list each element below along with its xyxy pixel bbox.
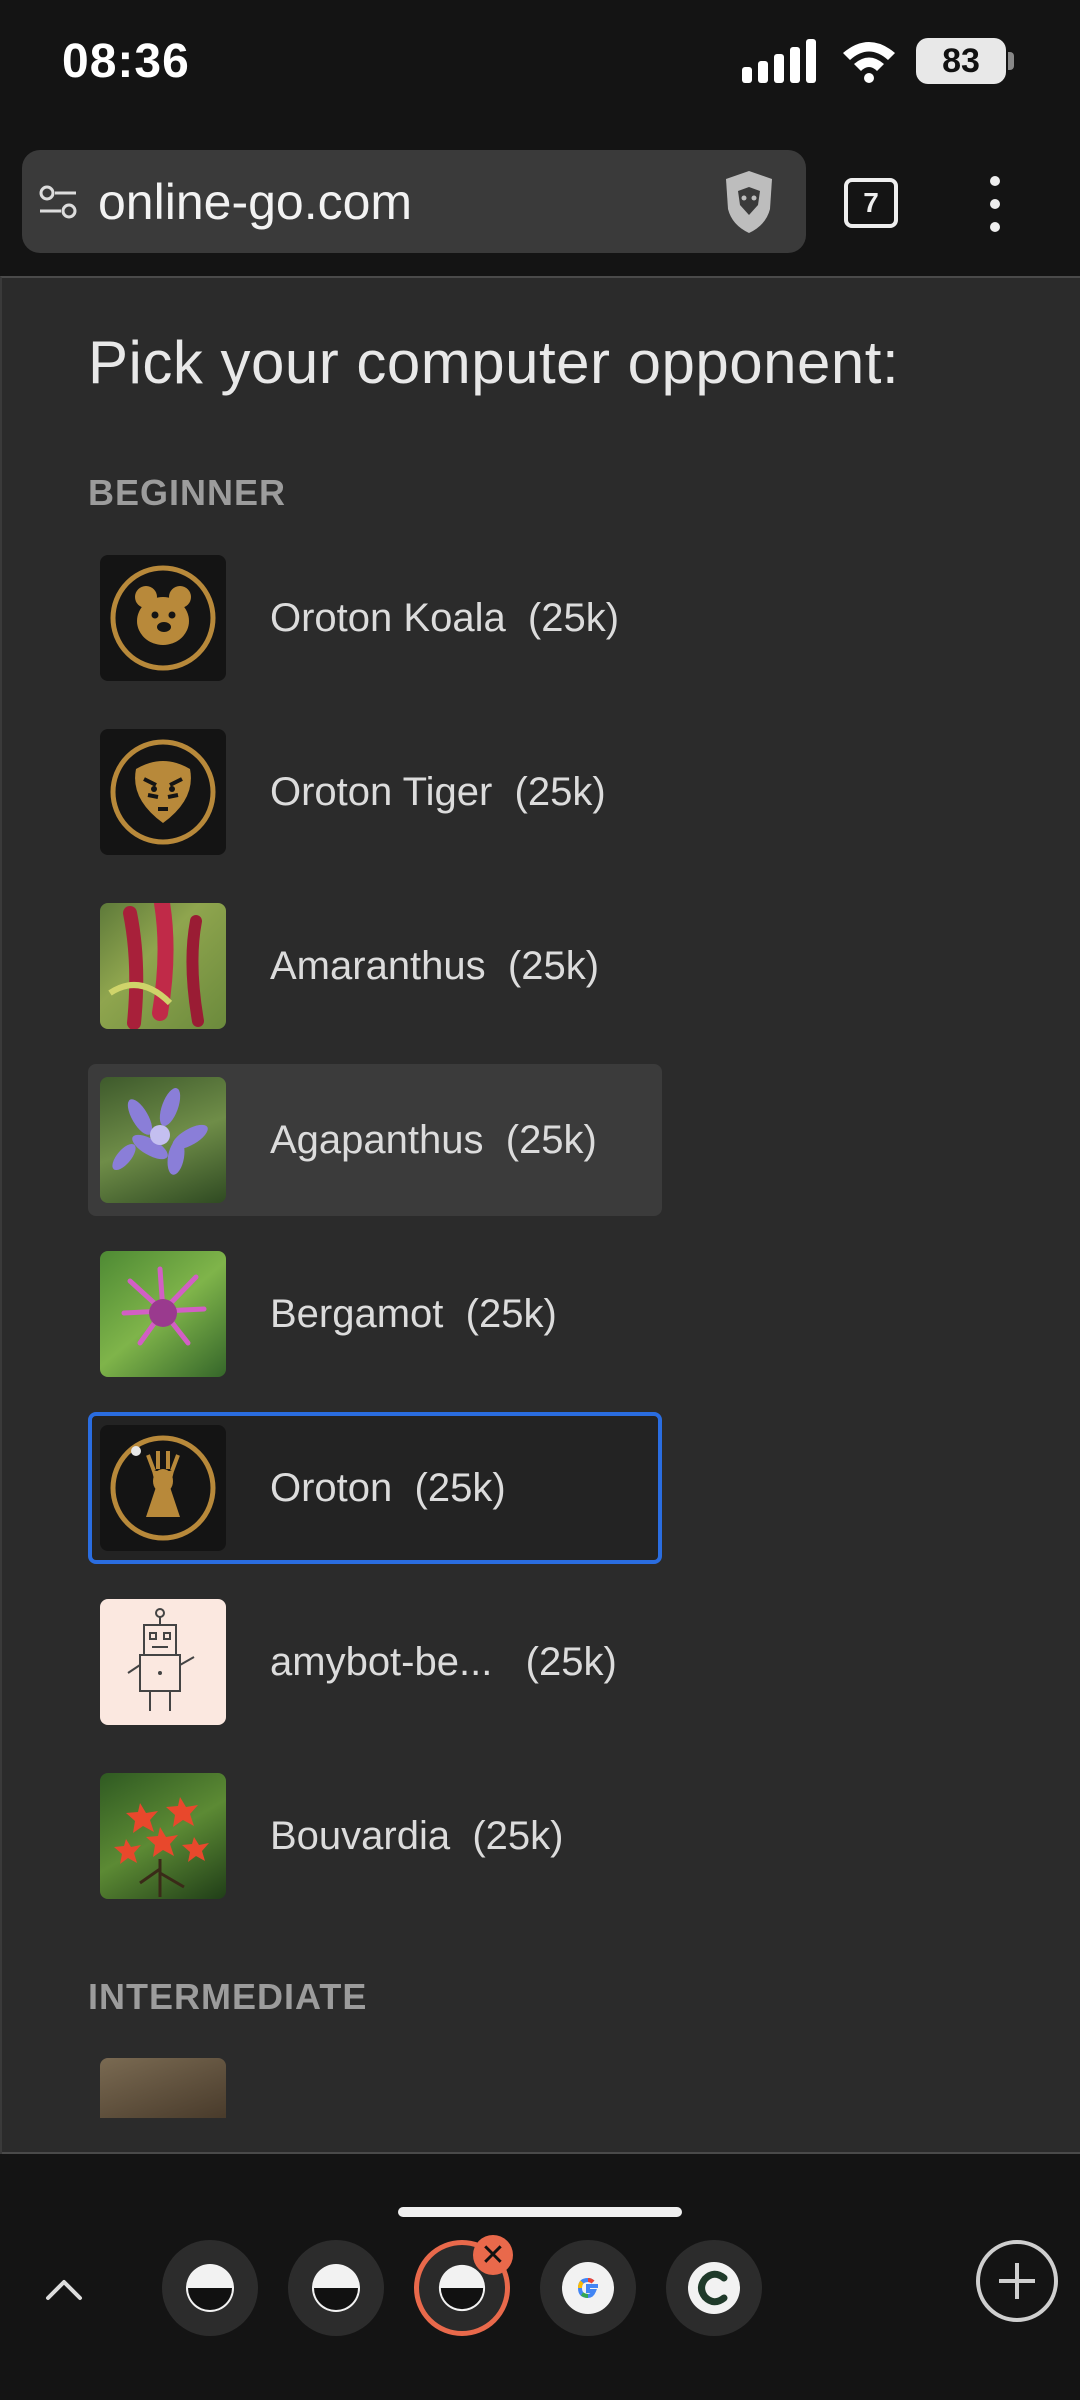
new-tab-button[interactable] xyxy=(976,2240,1058,2322)
status-icons: 83 xyxy=(742,38,1014,84)
bot-label: Amaranthus (25k) xyxy=(270,943,600,988)
c-logo-icon xyxy=(688,2262,740,2314)
bot-label: Bouvardia (25k) xyxy=(270,1813,564,1858)
site-settings-icon[interactable] xyxy=(38,182,78,222)
bot-label: Oroton Tiger (25k) xyxy=(270,769,606,814)
koala-icon xyxy=(100,555,226,681)
bot-option-partial[interactable] xyxy=(88,2058,662,2118)
bot-label: Oroton Koala (25k) xyxy=(270,595,620,640)
bot-option-bouvardia[interactable]: Bouvardia (25k) xyxy=(88,1760,662,1912)
section-intermediate: INTERMEDIATE xyxy=(88,1976,368,2017)
overflow-menu-icon[interactable] xyxy=(980,176,1010,232)
bot-label: Oroton (25k) xyxy=(270,1465,506,1510)
google-icon xyxy=(562,2262,614,2314)
home-indicator[interactable] xyxy=(398,2207,682,2217)
tab-thumbnail[interactable] xyxy=(162,2240,258,2336)
status-bar: 08:36 83 xyxy=(0,0,1080,130)
status-time: 08:36 xyxy=(62,35,190,88)
modal-title: Pick your computer opponent: xyxy=(88,329,900,396)
deer-icon xyxy=(100,1425,226,1551)
tab-thumbnail[interactable] xyxy=(540,2240,636,2336)
bergamot-photo xyxy=(100,1251,226,1377)
bot-option-bergamot[interactable]: Bergamot (25k) xyxy=(88,1238,662,1390)
tab-thumbnail[interactable] xyxy=(666,2240,762,2336)
bot-option-oroton-tiger[interactable]: Oroton Tiger (25k) xyxy=(88,716,662,868)
tab-thumbnail[interactable] xyxy=(288,2240,384,2336)
bull-photo xyxy=(100,2058,226,2118)
bot-option-agapanthus[interactable]: Agapanthus (25k) xyxy=(88,1064,662,1216)
chevron-up-icon[interactable] xyxy=(40,2266,88,2314)
opponent-picker-modal: Pick your computer opponent: BEGINNER Or… xyxy=(0,276,1080,2154)
bot-label: Agapanthus (25k) xyxy=(270,1117,597,1162)
address-bar[interactable]: online-go.com xyxy=(22,150,806,253)
section-beginner: BEGINNER xyxy=(88,472,287,513)
bot-label: amybot-be... (25k) xyxy=(270,1639,617,1684)
browser-toolbar: online-go.com 7 xyxy=(0,130,1080,276)
robot-sketch xyxy=(100,1599,226,1725)
bot-option-amybot[interactable]: amybot-be... (25k) xyxy=(88,1586,662,1738)
bouvardia-photo xyxy=(100,1773,226,1899)
ogs-favicon-icon xyxy=(186,2264,234,2312)
browser-tab-bar: ✕ xyxy=(0,2166,1080,2400)
signal-icon xyxy=(742,39,816,83)
bot-option-oroton[interactable]: Oroton (25k) xyxy=(88,1412,662,1564)
close-tab-icon[interactable]: ✕ xyxy=(473,2235,513,2275)
bot-option-oroton-koala[interactable]: Oroton Koala (25k) xyxy=(88,542,662,694)
bot-label: Bergamot (25k) xyxy=(270,1291,557,1336)
brave-shield-icon[interactable] xyxy=(720,169,778,235)
tiger-icon xyxy=(100,729,226,855)
agapanthus-photo xyxy=(100,1077,226,1203)
ogs-favicon-icon xyxy=(312,2264,360,2312)
battery-indicator: 83 xyxy=(916,38,1014,84)
wifi-icon xyxy=(843,42,895,83)
tab-thumbnail-active[interactable]: ✕ xyxy=(414,2235,513,2336)
plus-icon xyxy=(999,2263,1035,2299)
tab-switcher-button[interactable]: 7 xyxy=(844,178,898,228)
bot-option-amaranthus[interactable]: Amaranthus (25k) xyxy=(88,890,662,1042)
modal-divider xyxy=(2,2152,1080,2154)
url-text[interactable]: online-go.com xyxy=(98,173,720,231)
amaranthus-photo xyxy=(100,903,226,1029)
